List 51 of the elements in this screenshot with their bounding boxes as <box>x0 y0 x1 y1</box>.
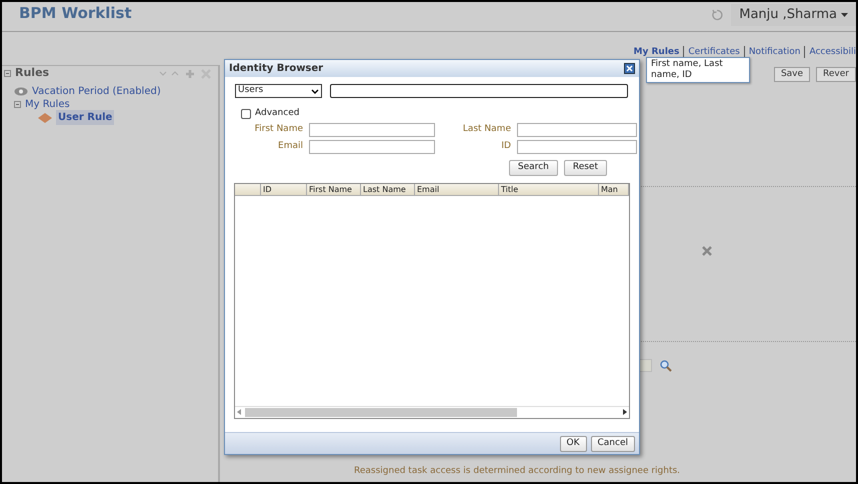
app-title: BPM Worklist <box>19 3 132 24</box>
field-label: Last Name <box>462 122 511 136</box>
dialog-button[interactable]: OK <box>560 436 586 452</box>
panel-title: Rules <box>15 65 50 82</box>
column-header[interactable]: Last Name <box>361 184 415 194</box>
search-icon[interactable] <box>660 360 672 372</box>
input-field[interactable] <box>309 122 435 136</box>
close-button[interactable] <box>624 63 635 74</box>
input-field[interactable] <box>517 122 637 136</box>
nav-tab[interactable]: Accessibili <box>809 46 856 59</box>
collapse-icon[interactable] <box>4 70 11 77</box>
checkbox[interactable] <box>241 108 251 119</box>
info-text: Reassigned task access is determined according to new assignee rights. <box>354 466 680 476</box>
chevron-icon <box>311 88 319 94</box>
dialog-button[interactable]: Search <box>508 160 558 176</box>
input-field[interactable] <box>309 140 435 154</box>
toolbar-button[interactable]: Rever <box>816 67 856 82</box>
tooltip: First name, Last name, ID <box>646 57 750 83</box>
checkbox-label: Advanced <box>255 107 300 120</box>
close-icon <box>626 65 633 72</box>
scroll-right-icon[interactable] <box>623 409 627 415</box>
tree-item[interactable]: My Rules <box>25 97 70 112</box>
column-header[interactable]: ID <box>261 184 307 194</box>
dialog-button[interactable]: Reset <box>564 160 607 176</box>
field-label: Email <box>277 140 303 153</box>
nav-tab[interactable]: Notification <box>748 46 800 59</box>
nav-tab[interactable]: My Rules <box>634 46 680 59</box>
dialog-title: Identity Browser <box>229 62 324 76</box>
column-header[interactable]: First Name <box>307 184 361 194</box>
type-select[interactable]: Users <box>235 84 322 98</box>
search-field[interactable] <box>330 84 628 98</box>
toolbar-button[interactable]: Save <box>774 67 810 82</box>
input-field[interactable] <box>517 140 637 154</box>
eye-icon <box>14 87 28 96</box>
refresh-icon[interactable] <box>711 9 724 21</box>
user-menu[interactable]: Manju ,Sharma <box>731 4 856 26</box>
column-header[interactable]: Title <box>499 184 599 194</box>
collapse-icon[interactable] <box>14 101 21 108</box>
caret-icon <box>841 13 848 17</box>
tree-item[interactable]: User Rule <box>56 110 114 125</box>
scrollbar-thumb[interactable] <box>245 408 517 416</box>
column-header[interactable]: Man <box>599 184 629 194</box>
tree-item[interactable]: Vacation Period (Enabled) <box>32 84 161 99</box>
field-label: ID <box>500 140 511 153</box>
close-icon[interactable] <box>701 245 713 257</box>
nav-tab[interactable]: Certificates <box>688 46 740 59</box>
field-label: First Name <box>254 122 303 136</box>
dialog-button[interactable]: Cancel <box>590 436 635 452</box>
diamond-icon <box>38 112 52 122</box>
column-header[interactable]: Email <box>415 184 499 194</box>
scroll-left-icon[interactable] <box>237 409 241 415</box>
